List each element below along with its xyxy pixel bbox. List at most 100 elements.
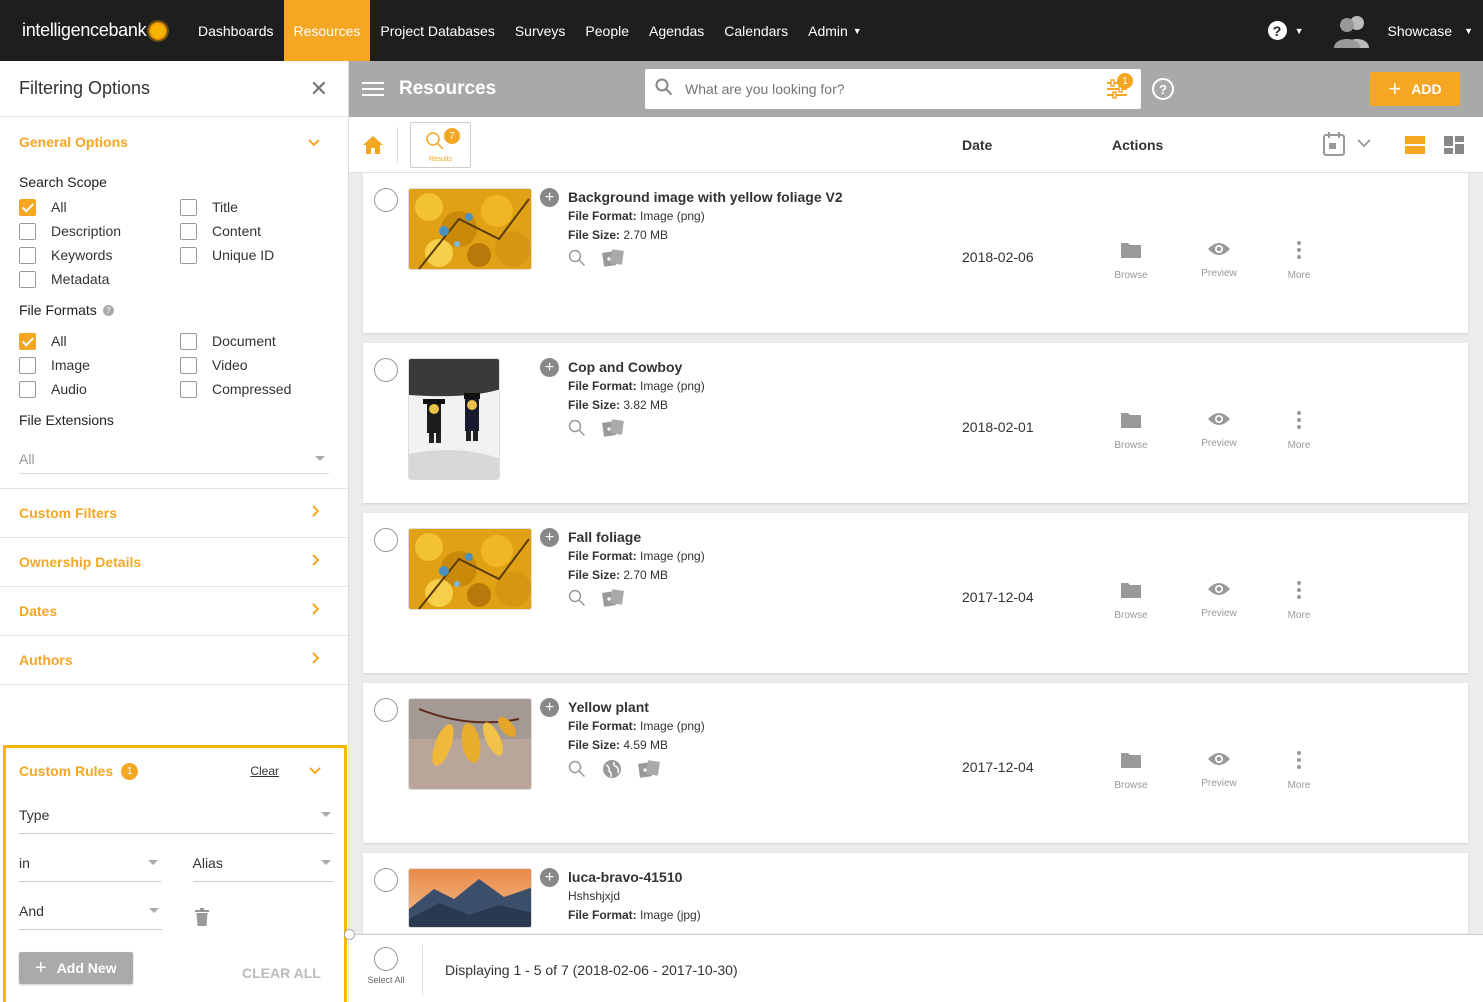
nav-item-project-databases[interactable]: Project Databases: [370, 0, 504, 61]
clear-link[interactable]: Clear: [250, 764, 279, 778]
add-new-rule-button[interactable]: + Add New: [19, 952, 133, 984]
section-custom-filters[interactable]: Custom Filters: [0, 489, 348, 538]
resource-name[interactable]: Fall foliage: [568, 529, 641, 545]
chevron-down-icon[interactable]: ▼: [1295, 26, 1304, 36]
select-radio[interactable]: [374, 188, 398, 212]
nav-item-surveys[interactable]: Surveys: [505, 0, 576, 61]
add-to-icon[interactable]: +: [540, 528, 559, 547]
nav-item-admin[interactable]: Admin ▼: [798, 0, 872, 61]
checkbox-box[interactable]: [180, 332, 197, 350]
checkbox-compressed[interactable]: Compressed: [180, 380, 341, 398]
zoom-icon[interactable]: [568, 760, 586, 783]
general-options-header[interactable]: General Options: [19, 117, 329, 166]
checkbox-audio[interactable]: Audio: [19, 380, 180, 398]
add-to-icon[interactable]: +: [540, 358, 559, 377]
checkbox-box[interactable]: [180, 246, 197, 264]
list-item[interactable]: + Yellow plant File Format: Image (png) Fil…: [363, 683, 1468, 843]
checkbox-video[interactable]: Video: [180, 356, 341, 374]
clear-all-button[interactable]: CLEAR ALL: [242, 965, 321, 981]
select-radio[interactable]: [374, 868, 398, 892]
user-chevron-down-icon[interactable]: ▼: [1464, 26, 1473, 36]
date-column-header[interactable]: Date: [962, 137, 992, 153]
calendar-icon[interactable]: [1322, 131, 1346, 162]
checkbox-unique-id[interactable]: Unique ID: [180, 246, 341, 264]
checkbox-box[interactable]: [180, 198, 197, 216]
resource-name[interactable]: Cop and Cowboy: [568, 359, 682, 375]
checkbox-description[interactable]: Description: [19, 222, 180, 240]
thumbnail[interactable]: [408, 188, 532, 270]
add-to-icon[interactable]: +: [540, 188, 559, 207]
rule-joiner-select[interactable]: And: [19, 892, 162, 930]
checkbox-box[interactable]: [19, 356, 36, 374]
cards-icon[interactable]: [602, 249, 624, 272]
nav-item-resources[interactable]: Resources: [283, 0, 371, 61]
chevron-down-icon[interactable]: [1357, 137, 1371, 151]
filter-sliders-icon[interactable]: 1: [1105, 73, 1133, 101]
list-item[interactable]: + Background image with yellow foliage V2…: [363, 173, 1468, 333]
more-button[interactable]: More: [1269, 581, 1329, 621]
add-button[interactable]: + ADD: [1370, 72, 1460, 106]
cards-icon[interactable]: [602, 419, 624, 442]
tab-results[interactable]: 7 Results: [410, 122, 471, 168]
custom-rules-header[interactable]: Custom Rules 1 Clear: [19, 748, 334, 794]
nav-item-dashboards[interactable]: Dashboards: [188, 0, 284, 61]
browse-button[interactable]: Browse: [1101, 751, 1161, 791]
checkbox-metadata[interactable]: Metadata: [19, 270, 180, 288]
checkbox-all[interactable]: All: [19, 332, 180, 350]
nav-item-people[interactable]: People: [575, 0, 639, 61]
add-to-icon[interactable]: +: [540, 868, 559, 887]
preview-button[interactable]: Preview: [1189, 411, 1249, 449]
user-avatar-icon[interactable]: [1333, 14, 1371, 48]
checkbox-box[interactable]: [19, 222, 36, 240]
resource-name[interactable]: Yellow plant: [568, 699, 649, 715]
browse-button[interactable]: Browse: [1101, 411, 1161, 451]
select-all-radio[interactable]: [374, 947, 398, 971]
checkbox-box[interactable]: [180, 356, 197, 374]
zoom-icon[interactable]: [568, 419, 586, 442]
select-all-control[interactable]: Select All: [361, 947, 411, 985]
checkbox-all[interactable]: All: [19, 198, 180, 216]
checkbox-keywords[interactable]: Keywords: [19, 246, 180, 264]
checkbox-box[interactable]: [180, 222, 197, 240]
menu-icon[interactable]: [362, 78, 384, 100]
browse-button[interactable]: Browse: [1101, 581, 1161, 621]
resource-name[interactable]: Background image with yellow foliage V2: [568, 189, 843, 205]
nav-item-agendas[interactable]: Agendas: [639, 0, 714, 61]
checkbox-image[interactable]: Image: [19, 356, 180, 374]
checkbox-box[interactable]: [19, 380, 36, 398]
more-button[interactable]: More: [1269, 241, 1329, 281]
section-authors[interactable]: Authors: [0, 636, 348, 685]
search-input[interactable]: [685, 81, 1085, 97]
more-button[interactable]: More: [1269, 751, 1329, 791]
checkbox-box[interactable]: [19, 332, 36, 350]
thumbnail[interactable]: [408, 868, 532, 928]
list-item[interactable]: + Fall foliage File Format: Image (png) Fil…: [363, 513, 1468, 673]
select-radio[interactable]: [374, 698, 398, 722]
more-button[interactable]: More: [1269, 411, 1329, 451]
globe-icon[interactable]: [602, 759, 622, 784]
checkbox-box[interactable]: [180, 380, 197, 398]
checkbox-title[interactable]: Title: [180, 198, 341, 216]
zoom-icon[interactable]: [568, 589, 586, 612]
checkbox-box[interactable]: [19, 270, 36, 288]
cards-icon[interactable]: [638, 760, 660, 783]
select-radio[interactable]: [374, 358, 398, 382]
thumbnail[interactable]: [408, 358, 500, 480]
rule-field-select[interactable]: Type: [19, 796, 334, 834]
checkbox-document[interactable]: Document: [180, 332, 341, 350]
zoom-icon[interactable]: [568, 249, 586, 272]
brand-logo[interactable]: intelligencebank: [0, 0, 185, 61]
home-icon[interactable]: [362, 135, 384, 160]
close-icon[interactable]: ✕: [310, 76, 328, 102]
file-extensions-select[interactable]: All: [19, 444, 329, 474]
list-item[interactable]: + Cop and Cowboy File Format: Image (png) F…: [363, 343, 1468, 503]
resource-name[interactable]: luca-bravo-41510: [568, 869, 682, 885]
browse-button[interactable]: Browse: [1101, 241, 1161, 281]
cards-icon[interactable]: [602, 589, 624, 612]
nav-item-calendars[interactable]: Calendars: [714, 0, 798, 61]
help-icon[interactable]: ?: [1267, 21, 1287, 40]
trash-icon[interactable]: [194, 892, 210, 930]
checkbox-box[interactable]: [19, 198, 36, 216]
list-view-icon[interactable]: [1405, 136, 1425, 159]
preview-button[interactable]: Preview: [1189, 581, 1249, 619]
